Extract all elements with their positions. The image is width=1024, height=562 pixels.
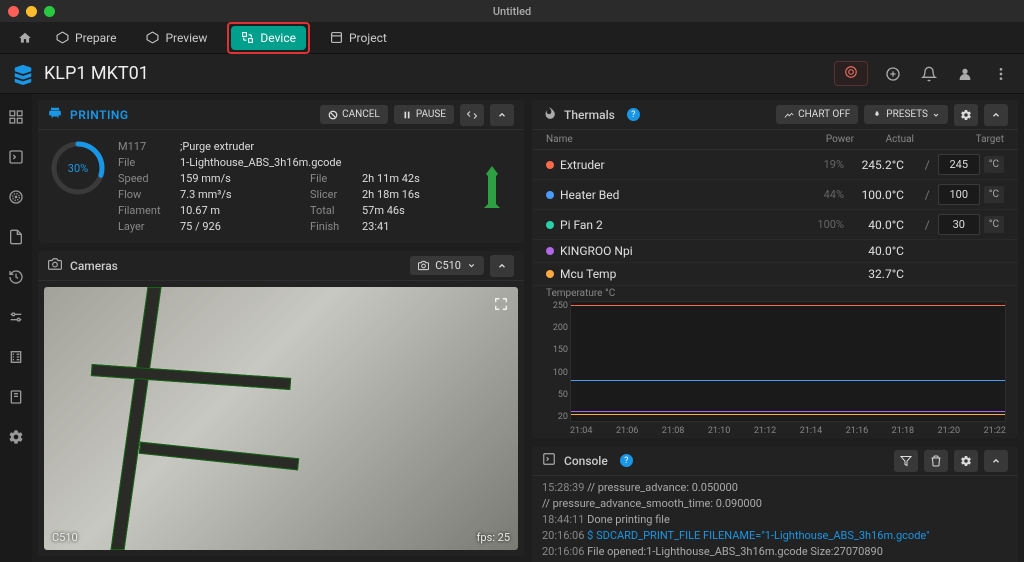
printing-title: PRINTING <box>70 108 129 122</box>
temperature-chart[interactable]: 2502001501005020 21:0421:0621:0821:1021:… <box>544 301 1006 436</box>
fullscreen-icon[interactable] <box>490 293 512 315</box>
heater-row: Heater Bed44%100.0°C/°C <box>532 180 1018 210</box>
cameras-title: Cameras <box>70 259 118 273</box>
console-icon <box>542 452 556 469</box>
sidebar-history-icon[interactable] <box>5 266 27 288</box>
camera-feed[interactable]: C510 fps: 25 <box>44 287 518 550</box>
sidebar-settings-icon[interactable] <box>5 426 27 448</box>
target-input[interactable] <box>938 214 980 235</box>
sidebar-jobs-icon[interactable] <box>5 226 27 248</box>
emergency-stop-button[interactable] <box>834 61 868 86</box>
bell-icon[interactable] <box>918 63 940 85</box>
help-icon[interactable]: ? <box>620 454 633 467</box>
presets-button[interactable]: PRESETS <box>864 105 948 124</box>
page-header: KLP1 MKT01 <box>0 54 1024 94</box>
camera-fps-overlay: fps: 25 <box>477 531 510 544</box>
collapse-console-button[interactable] <box>984 450 1008 472</box>
sidebar-config-icon[interactable] <box>5 346 27 368</box>
window-title: Untitled <box>493 5 531 18</box>
tab-project[interactable]: Project <box>320 26 397 50</box>
heater-row: Extruder19%245.2°C/°C <box>532 150 1018 180</box>
cancel-button[interactable]: CANCEL <box>320 105 388 124</box>
camera-icon <box>48 257 62 274</box>
page-title: KLP1 MKT01 <box>44 63 149 84</box>
user-icon[interactable] <box>954 63 976 85</box>
camera-select[interactable]: C510 <box>410 256 484 275</box>
heater-row: Mcu Temp32.7°C <box>532 263 1018 286</box>
window-min-btn[interactable] <box>26 6 37 17</box>
fire-icon <box>542 106 556 123</box>
tab-device[interactable]: Device <box>231 26 306 50</box>
target-input[interactable] <box>938 184 980 205</box>
sidebar-system-icon[interactable] <box>5 386 27 408</box>
thermals-settings-button[interactable] <box>954 104 978 126</box>
printing-panel: PRINTING CANCEL PAUSE 30% <box>38 100 524 243</box>
menu-dots-icon[interactable] <box>990 63 1012 85</box>
home-icon[interactable] <box>14 27 36 49</box>
tab-device-label: Device <box>260 31 296 45</box>
progress-percent: 30% <box>50 140 106 196</box>
tab-project-label: Project <box>349 31 387 45</box>
console-settings-button[interactable] <box>954 450 978 472</box>
sidebar-console-icon[interactable] <box>5 146 27 168</box>
collapse-cameras-button[interactable] <box>490 255 514 277</box>
fluidd-logo-icon <box>12 63 34 85</box>
gcode-thumbnail <box>472 140 512 233</box>
tab-prepare[interactable]: Prepare <box>46 26 126 50</box>
collapse-printing-button[interactable] <box>490 104 514 126</box>
thermals-panel: Thermals ? CHART OFF PRESETS Name Power … <box>532 100 1018 438</box>
thermals-title: Thermals <box>564 108 615 122</box>
progress-ring: 30% <box>50 140 106 196</box>
target-input[interactable] <box>938 154 980 175</box>
console-filter-button[interactable] <box>894 450 918 472</box>
sidebar-gcode-icon[interactable] <box>5 186 27 208</box>
tab-prepare-label: Prepare <box>75 31 116 45</box>
sidebar-tune-icon[interactable] <box>5 306 27 328</box>
console-clear-button[interactable] <box>924 450 948 472</box>
console-panel: Console ? 15:28:39 // pressure_advance: … <box>532 446 1018 562</box>
printer-icon <box>48 106 62 123</box>
window-max-btn[interactable] <box>44 6 55 17</box>
pause-button[interactable]: PAUSE <box>394 105 454 124</box>
sidebar-dashboard-icon[interactable] <box>5 106 27 128</box>
upload-icon[interactable] <box>882 63 904 85</box>
chart-off-button[interactable]: CHART OFF <box>776 105 858 124</box>
left-sidebar <box>0 94 32 562</box>
heater-row: Pi Fan 2100%40.0°C/°C <box>532 210 1018 240</box>
window-titlebar: Untitled <box>0 0 1024 22</box>
top-tab-bar: Prepare Preview Device Project <box>0 22 1024 54</box>
help-icon[interactable]: ? <box>627 108 640 121</box>
tab-preview-label: Preview <box>165 31 207 45</box>
tab-preview[interactable]: Preview <box>136 26 217 50</box>
cameras-panel: Cameras C510 <box>38 251 524 556</box>
window-close-btn[interactable] <box>8 6 19 17</box>
reprint-button[interactable] <box>460 104 484 126</box>
console-output[interactable]: 15:28:39 // pressure_advance: 0.050000 /… <box>532 476 1018 562</box>
collapse-thermals-button[interactable] <box>984 104 1008 126</box>
heater-row: KINGROO Npi40.0°C <box>532 240 1018 263</box>
camera-name-overlay: C510 <box>52 531 78 544</box>
console-title: Console <box>564 454 608 468</box>
